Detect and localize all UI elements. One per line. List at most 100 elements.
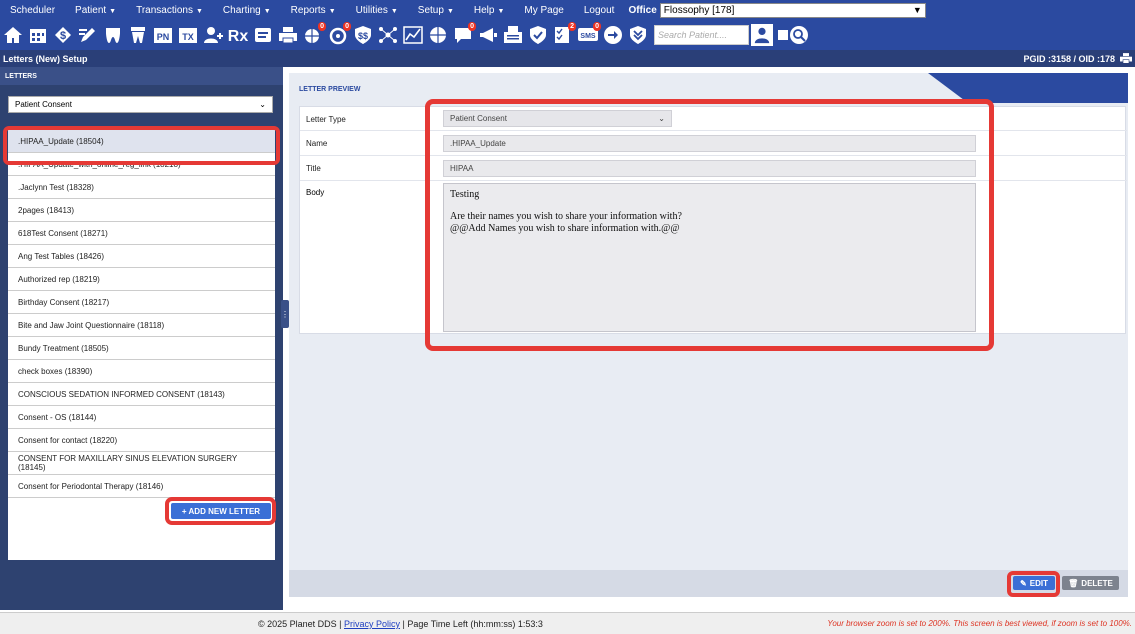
panel-splitter-handle[interactable]: ⋮ [281, 300, 289, 328]
menu-help[interactable]: Help ▼ [464, 5, 515, 16]
highlight-edit-button [1007, 571, 1060, 597]
svg-text:$: $ [59, 30, 65, 42]
rx-icon[interactable]: Rx [227, 24, 248, 46]
page-title: Letters (New) Setup [3, 53, 88, 64]
shield-check-icon[interactable] [527, 24, 548, 46]
footer-info: © 2025 Planet DDS | Privacy Policy | Pag… [258, 619, 543, 629]
menu-charting[interactable]: Charting ▼ [213, 5, 281, 16]
rx-label: Rx [228, 28, 248, 45]
chevron-down-double-icon[interactable] [627, 24, 648, 46]
document-icon[interactable] [252, 24, 273, 46]
menu-logout[interactable]: Logout [574, 5, 625, 16]
printer-icon[interactable] [277, 24, 298, 46]
menu-patient[interactable]: Patient ▼ [65, 5, 126, 16]
megaphone-icon[interactable] [477, 24, 498, 46]
message-badge: 0 [468, 22, 476, 31]
menu-setup[interactable]: Setup ▼ [408, 5, 464, 16]
caret-down-icon: ▼ [446, 7, 454, 15]
letter-list: .HIPAA_Update (18504) .HIPAA_Update_with… [8, 130, 275, 560]
globe-badge: 0 [318, 22, 326, 31]
page-time-left: | Page Time Left (hh:mm:ss) 1:53:3 [400, 619, 543, 629]
list-item[interactable]: 2pages (18413) [8, 199, 275, 222]
menu-utilities[interactable]: Utilities ▼ [346, 5, 408, 16]
home-icon[interactable] [2, 24, 23, 46]
menu-label: Patient [75, 4, 107, 16]
recall-icon[interactable]: 0 [327, 22, 351, 46]
menu-label: Setup [417, 4, 444, 16]
office-select-value: Flossophy [178] [663, 4, 735, 16]
search-patient-input[interactable]: Search Patient.... [654, 25, 749, 45]
sms-icon[interactable]: SMS 0 [577, 22, 601, 46]
page-ids: PGID :3158 / OID :178 [1023, 53, 1132, 64]
list-item[interactable]: Authorized rep (18219) [8, 268, 275, 291]
icon-toolbar: $ PN TX Rx 0 0 $$ 0 2 SMS 0 Search Patien… [0, 20, 1135, 50]
list-item[interactable]: Bundy Treatment (18505) [8, 337, 275, 360]
checklist-icon[interactable]: 2 [552, 22, 576, 46]
arrow-right-icon[interactable] [602, 24, 623, 46]
pn-icon[interactable]: PN [152, 24, 173, 46]
toolbar-checkbox[interactable] [778, 30, 788, 40]
caret-down-icon: ▼ [390, 7, 398, 15]
menu-label: Help [473, 4, 495, 16]
copyright-text: © 2025 Planet DDS | [258, 619, 345, 629]
list-item[interactable]: CONSCIOUS SEDATION INFORMED CONSENT (181… [8, 383, 275, 406]
patient-search-button[interactable] [751, 24, 773, 46]
caret-down-icon: ▼ [109, 7, 117, 15]
letter-type-filter-select[interactable]: Patient Consent ⌄ [8, 96, 273, 113]
printer-icon[interactable] [1120, 53, 1132, 64]
menu-scheduler[interactable]: Scheduler [0, 5, 65, 16]
chart-icon[interactable] [402, 24, 423, 46]
sms-badge: 0 [593, 22, 601, 31]
tooth-icon[interactable] [102, 24, 123, 46]
list-item[interactable]: .Jaclynn Test (18328) [8, 176, 275, 199]
menu-transactions[interactable]: Transactions ▼ [126, 5, 213, 16]
pencil-icon[interactable] [77, 24, 98, 46]
shield-dollar-icon[interactable]: $$ [352, 24, 373, 46]
letters-header: LETTERS [0, 67, 283, 85]
caret-down-icon: ▼ [497, 7, 505, 15]
menu-label: Reports [290, 4, 326, 16]
list-item[interactable]: Bite and Jaw Joint Questionnaire (18118) [8, 314, 275, 337]
checklist-badge: 2 [568, 22, 576, 31]
caret-down-icon: ▼ [328, 7, 336, 15]
office-label: Office [628, 4, 657, 16]
list-item[interactable]: CONSENT FOR MAXILLARY SINUS ELEVATION SU… [8, 452, 275, 475]
trash-icon: 🗑 [1068, 578, 1079, 588]
office-select[interactable]: Flossophy [178] ▼ [659, 2, 926, 18]
name-label: Name [306, 139, 328, 148]
globe-message-icon[interactable] [427, 24, 448, 46]
message-icon[interactable]: 0 [452, 22, 476, 46]
caret-down-icon: ▼ [195, 7, 203, 15]
calendar-icon[interactable] [27, 24, 48, 46]
add-user-icon[interactable] [202, 24, 223, 46]
dollar-icon[interactable]: $ [52, 24, 73, 46]
letter-preview-title: LETTER PREVIEW [299, 86, 361, 93]
sms-label: SMS [580, 33, 596, 40]
list-item[interactable]: Birthday Consent (18217) [8, 291, 275, 314]
list-item[interactable]: Consent - OS (18144) [8, 406, 275, 429]
letter-type-label: Letter Type [306, 115, 346, 124]
globe-icon[interactable]: 0 [302, 22, 326, 46]
advanced-search-icon[interactable] [788, 24, 809, 46]
list-item[interactable]: check boxes (18390) [8, 360, 275, 383]
list-item[interactable]: Consent for Periodontal Therapy (18146) [8, 475, 275, 498]
chevron-down-icon: ⌄ [259, 100, 266, 109]
fax-icon[interactable] [502, 24, 523, 46]
delete-label: DELETE [1081, 578, 1113, 588]
tx-label: TX [182, 32, 194, 42]
menu-my-page[interactable]: My Page [514, 5, 573, 16]
privacy-policy-link[interactable]: Privacy Policy [344, 619, 400, 629]
pn-label: PN [156, 32, 169, 42]
list-item[interactable]: 618Test Consent (18271) [8, 222, 275, 245]
caret-down-icon: ▼ [263, 7, 271, 15]
tooth-alt-icon[interactable] [127, 24, 148, 46]
menu-reports[interactable]: Reports ▼ [281, 5, 346, 16]
page-title-bar: Letters (New) Setup PGID :3158 / OID :17… [0, 50, 1135, 67]
status-bar: © 2025 Planet DDS | Privacy Policy | Pag… [0, 612, 1135, 634]
list-item[interactable]: Consent for contact (18220) [8, 429, 275, 452]
tx-icon[interactable]: TX [177, 24, 198, 46]
network-icon[interactable] [377, 24, 398, 46]
list-item[interactable]: Ang Test Tables (18426) [8, 245, 275, 268]
chevron-down-icon: ▼ [912, 5, 922, 15]
delete-button[interactable]: 🗑 DELETE [1062, 576, 1119, 590]
